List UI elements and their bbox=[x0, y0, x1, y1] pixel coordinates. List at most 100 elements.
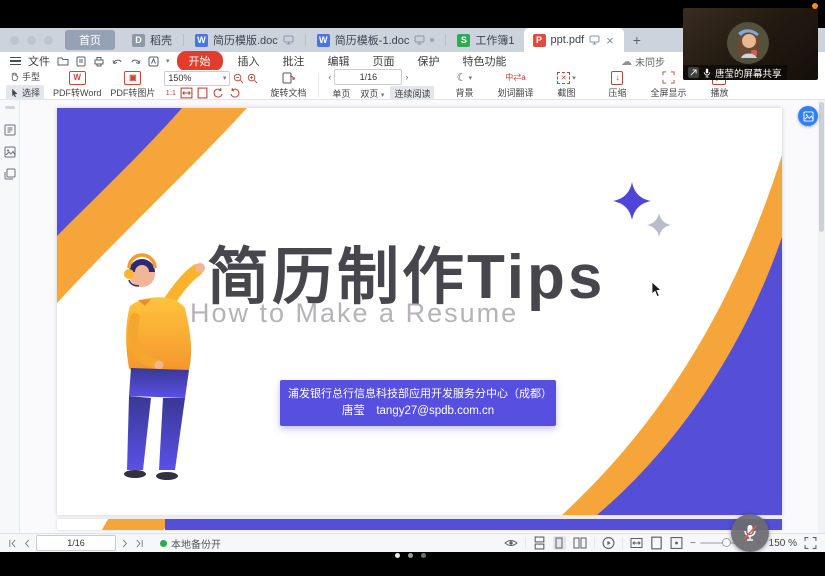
last-page-button[interactable] bbox=[135, 539, 144, 548]
file-menu[interactable]: 文件 bbox=[28, 53, 50, 69]
mute-microphone-button[interactable] bbox=[731, 514, 769, 552]
print-icon[interactable] bbox=[93, 56, 105, 67]
continuous-layout-icon[interactable] bbox=[533, 536, 546, 550]
tab-sheet[interactable]: S 工作簿1 bbox=[448, 28, 523, 52]
menu-tab-special[interactable]: 特色功能 bbox=[455, 52, 515, 70]
autoplay-icon[interactable] bbox=[602, 536, 615, 550]
sync-status[interactable]: ☁ 未同步 bbox=[621, 54, 665, 69]
rotate-left-icon[interactable] bbox=[212, 87, 225, 99]
sparkle-purple-icon bbox=[613, 182, 651, 220]
tab-docer[interactable]: D 稻壳 bbox=[123, 28, 181, 52]
tab-doc2[interactable]: W 简历模板-1.doc bbox=[308, 28, 444, 52]
open-folder-icon[interactable] bbox=[57, 56, 69, 66]
facing-pages-layout-icon[interactable] bbox=[573, 536, 587, 550]
rotate-document-button[interactable]: 旋转文档 bbox=[267, 71, 309, 99]
pdf-to-word-button[interactable]: W PDF转Word bbox=[53, 71, 101, 99]
panel-drag-handle[interactable] bbox=[5, 106, 15, 109]
status-divider bbox=[622, 537, 623, 549]
status-divider bbox=[594, 537, 595, 549]
zoom-slider-knob[interactable] bbox=[722, 538, 731, 547]
redo-icon[interactable] bbox=[130, 57, 141, 66]
first-page-button[interactable] bbox=[8, 539, 17, 548]
background-button[interactable]: ☾▾ 背景 bbox=[443, 71, 485, 99]
actual-size-icon[interactable]: 1:1 bbox=[164, 87, 177, 99]
status-divider bbox=[525, 537, 526, 549]
fit-width-status-icon[interactable] bbox=[630, 536, 643, 550]
menu-tab-protect[interactable]: 保护 bbox=[410, 52, 448, 70]
save-icon[interactable] bbox=[76, 56, 86, 67]
toolbar-prev-page-icon[interactable]: ‹ bbox=[328, 72, 331, 82]
fit-page-status-icon[interactable] bbox=[650, 536, 663, 550]
translate-label: 划词翻译 bbox=[497, 86, 533, 99]
pointer-tool-group: 手型 选择 bbox=[6, 69, 44, 100]
compress-label: 压缩 bbox=[608, 86, 626, 99]
tab-doc2-label: 简历模板-1.doc bbox=[335, 32, 410, 48]
page-dot-icon[interactable] bbox=[408, 553, 413, 558]
document-view[interactable]: 简历制作Tips How to Make a Resume 浦发银行总行信息科技… bbox=[20, 100, 825, 533]
annotation-panel-icon[interactable] bbox=[4, 168, 16, 180]
hand-tool-button[interactable]: 手型 bbox=[6, 69, 44, 84]
menu-tab-edit[interactable]: 编辑 bbox=[320, 52, 358, 70]
hand-tool-label: 手型 bbox=[22, 70, 40, 83]
close-tab-icon[interactable]: × bbox=[605, 33, 615, 48]
mouse-cursor bbox=[651, 281, 663, 298]
tab-ppt-pdf[interactable]: P ppt.pdf × bbox=[524, 28, 624, 52]
tab-doc1[interactable]: W 简历模版.doc bbox=[186, 28, 303, 52]
scrollbar-thumb[interactable] bbox=[819, 102, 824, 232]
format-brush-icon[interactable] bbox=[148, 56, 159, 67]
next-page-button[interactable] bbox=[122, 539, 129, 548]
menu-tab-comment[interactable]: 批注 bbox=[275, 52, 313, 70]
single-page-button[interactable]: 单页 bbox=[328, 86, 354, 101]
page-dot-icon[interactable] bbox=[395, 553, 400, 558]
status-bar: 本地备份开 − + 150 % bbox=[0, 533, 825, 552]
vertical-scrollbar[interactable] bbox=[818, 100, 825, 533]
new-tab-button[interactable]: + bbox=[624, 32, 650, 48]
undo-icon[interactable] bbox=[112, 57, 123, 66]
eye-protect-icon[interactable] bbox=[504, 536, 518, 550]
page-dot-icon[interactable] bbox=[421, 553, 426, 558]
window-dot-icon[interactable] bbox=[27, 36, 36, 45]
compress-button[interactable]: ↓ 压缩 bbox=[596, 71, 638, 99]
window-dot-icon[interactable] bbox=[10, 36, 19, 45]
menu-tab-insert[interactable]: 插入 bbox=[230, 52, 268, 70]
double-page-caret-icon: ▾ bbox=[381, 92, 385, 99]
pdf-to-image-button[interactable]: ▣ PDF转图片 bbox=[110, 71, 155, 99]
expand-fullscreen-icon[interactable] bbox=[804, 536, 817, 550]
thumbnail-panel-icon[interactable] bbox=[4, 146, 16, 158]
status-page-input[interactable] bbox=[36, 535, 116, 551]
desktop-page-dots[interactable] bbox=[395, 553, 426, 558]
tab-divider bbox=[445, 34, 446, 46]
backup-status[interactable]: 本地备份开 bbox=[160, 536, 221, 551]
monitor-icon bbox=[589, 35, 600, 45]
zoom-minus-icon[interactable]: − bbox=[690, 538, 696, 549]
tab-home[interactable]: 首页 bbox=[65, 30, 115, 50]
banner-line1: 浦发银行总行信息科技部应用开发服务分中心（成都） bbox=[288, 386, 548, 403]
fit-width-icon[interactable] bbox=[180, 87, 193, 99]
window-controls[interactable] bbox=[0, 36, 65, 45]
screenshot-button[interactable]: ✕▾ 截图 bbox=[545, 71, 587, 99]
single-page-layout-icon[interactable] bbox=[553, 536, 566, 550]
zoom-in-icon[interactable] bbox=[247, 73, 258, 84]
fit-page-icon[interactable] bbox=[196, 87, 209, 99]
continuous-read-button[interactable]: 连续阅读 bbox=[390, 86, 434, 101]
actual-size-status-icon[interactable] bbox=[670, 536, 683, 550]
prev-page-button[interactable] bbox=[23, 539, 30, 548]
toolbar-next-page-icon[interactable]: › bbox=[405, 72, 408, 82]
floating-assistant-button[interactable] bbox=[798, 106, 818, 126]
window-dot-icon[interactable] bbox=[44, 36, 53, 45]
menu-tab-start[interactable]: 开始 bbox=[177, 51, 223, 71]
fullscreen-icon bbox=[662, 71, 675, 84]
zoom-select[interactable]: 150% ▾ bbox=[164, 71, 230, 86]
select-tool-button[interactable]: 选择 bbox=[6, 85, 44, 100]
main-menu-icon[interactable] bbox=[10, 57, 21, 65]
quick-access-caret-icon[interactable]: ▾ bbox=[166, 57, 170, 65]
double-page-button[interactable]: 双页 ▾ bbox=[356, 86, 388, 101]
toolbar-page-input[interactable] bbox=[334, 69, 402, 85]
translate-button[interactable]: 中⇄a 划词翻译 bbox=[494, 71, 536, 99]
outline-panel-icon[interactable] bbox=[4, 124, 16, 136]
meeting-video-overlay[interactable]: 唐莹的屏幕共享 bbox=[683, 8, 818, 80]
rotate-right-icon[interactable] bbox=[228, 87, 241, 99]
menu-tab-page[interactable]: 页面 bbox=[365, 52, 403, 70]
zoom-out-icon[interactable] bbox=[233, 73, 244, 84]
tab-pdf-label: ppt.pdf bbox=[551, 34, 585, 46]
